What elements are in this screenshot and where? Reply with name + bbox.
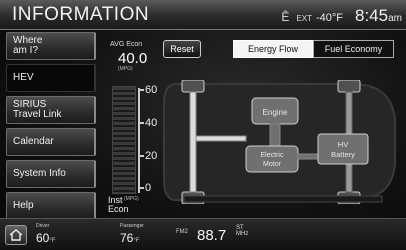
radio-stereo: ST MHz: [236, 225, 248, 237]
engine-motor-link: [269, 123, 281, 147]
motor-battery-link: [297, 153, 321, 160]
sidebar-item-label: System Info: [13, 168, 66, 179]
battery-label-line1: HV: [338, 140, 348, 149]
home-button[interactable]: [5, 225, 27, 245]
clock-time: 8:45: [355, 6, 389, 25]
wheel-rear-left: [337, 80, 361, 93]
frequency-unit: MHz: [236, 231, 249, 237]
motor-label-line2: Motor: [263, 161, 282, 168]
sidebar-item-label: HEV: [13, 72, 34, 83]
gauge-axis: [138, 88, 140, 193]
inst-econ-gauge: [112, 86, 136, 194]
driver-temp-unit: °F: [49, 238, 56, 244]
motor-label-line1: Electric: [261, 152, 284, 159]
reset-button[interactable]: Reset: [163, 40, 201, 58]
inst-label-line2: Econ: [108, 204, 129, 214]
sidebar: Where am I? HEV SIRIUS Travel Link Calen…: [6, 32, 96, 224]
gauge-tick-40: 40: [138, 117, 157, 129]
engine-label: Engine: [263, 108, 288, 117]
passenger-climate[interactable]: Passenger 76°F: [120, 223, 144, 247]
driver-label: Driver: [36, 223, 50, 229]
sidebar-item-hev[interactable]: HEV: [6, 64, 96, 92]
driver-temp: 60: [36, 231, 50, 245]
screen: INFORMATION Ê EXT -40°F 8:45 am Where am…: [0, 0, 406, 250]
sidebar-item-calendar[interactable]: Calendar: [6, 128, 96, 156]
outside-temperature: -40°F: [315, 12, 343, 24]
sidebar-item-help[interactable]: Help: [6, 192, 96, 220]
passenger-label: Passenger: [120, 223, 144, 229]
wheel-front-left: [181, 80, 205, 93]
battery-label-line2: Battery: [331, 150, 355, 159]
home-icon: [9, 229, 23, 241]
bottom-bar: Driver 60°F Passenger 76°F FM2 88.7 ST M…: [0, 218, 406, 250]
sidebar-item-label: Calendar: [13, 136, 54, 147]
gauge-tick-20: 20: [138, 150, 157, 162]
passenger-temp-unit: °F: [133, 238, 140, 244]
avg-econ-value: 40.0: [118, 50, 148, 67]
tab-fuel-economy[interactable]: Fuel Economy: [313, 40, 394, 58]
tab-energy-flow[interactable]: Energy Flow: [233, 40, 313, 58]
page-title: INFORMATION: [12, 4, 150, 25]
avg-econ-unit: (MPG): [118, 66, 133, 72]
clock-ampm: am: [388, 13, 402, 24]
gauge-tick-0: 0: [138, 182, 151, 194]
gauge-tick-60: 60: [138, 84, 157, 96]
front-axle: [189, 91, 197, 193]
battery-pack-bar: [183, 195, 383, 203]
status-area: Ê EXT -40°F 8:45 am: [281, 6, 402, 26]
radio-band[interactable]: FM2: [176, 229, 188, 235]
sidebar-item-label: Where am I?: [13, 35, 43, 56]
header-bar: INFORMATION Ê EXT -40°F 8:45 am: [0, 0, 406, 30]
driver-climate[interactable]: Driver 60°F: [36, 223, 55, 247]
hv-battery: [317, 133, 369, 165]
electric-motor: [245, 145, 299, 173]
ext-label: EXT: [296, 14, 312, 23]
compass-icon: Ê: [281, 10, 290, 24]
sidebar-item-system-info[interactable]: System Info: [6, 160, 96, 188]
inst-econ-unit: (MPG): [124, 196, 139, 202]
passenger-temp: 76: [120, 231, 134, 245]
sidebar-item-sirius-travel-link[interactable]: SIRIUS Travel Link: [6, 96, 96, 124]
sidebar-item-where-am-i[interactable]: Where am I?: [6, 32, 96, 60]
avg-econ-label: AVG Econ: [110, 41, 143, 48]
radio-frequency[interactable]: 88.7: [197, 227, 226, 244]
energy-flow-diagram: Engine Electric Motor HV Battery: [163, 80, 396, 204]
sidebar-item-label: Help: [13, 200, 34, 211]
drive-shaft: [195, 135, 247, 142]
sidebar-item-label: SIRIUS Travel Link: [13, 99, 62, 120]
